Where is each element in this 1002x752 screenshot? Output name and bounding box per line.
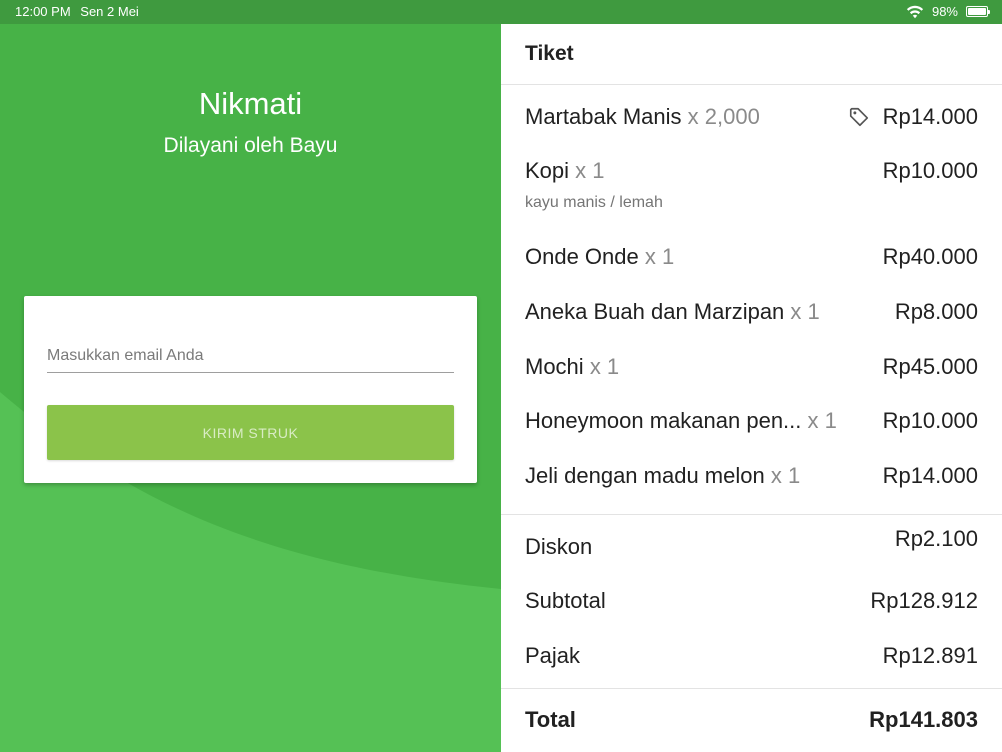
ticket-item[interactable]: Onde Onde x 1 Rp40.000 [525, 244, 978, 274]
item-price: Rp10.000 [882, 158, 978, 183]
email-input[interactable] [47, 340, 454, 373]
item-name: Kopi [525, 158, 570, 183]
item-qty: x 1 [790, 299, 820, 324]
battery-fill [968, 8, 986, 15]
ticket-panel: Tiket Martabak Manis x 2,000 Rp14.000 Ko… [501, 24, 1002, 752]
total-row: Total Rp141.803 [525, 707, 978, 737]
customer-panel: Nikmati Dilayani oleh Bayu KIRIM STRUK [0, 24, 501, 752]
tax-label: Pajak [525, 643, 581, 668]
subtotal-value: Rp128.912 [870, 588, 978, 613]
item-name-line: Onde Onde x 1 [525, 244, 674, 270]
status-time-date: 12:00 PM Sen 2 Mei [15, 4, 139, 19]
status-time: 12:00 PM [15, 4, 71, 19]
item-name: Martabak Manis [525, 104, 682, 129]
summary-divider [501, 514, 1002, 515]
item-name: Honeymoon makanan pen... [525, 408, 802, 433]
tax-row: Pajak Rp12.891 [525, 643, 978, 673]
tag-icon [849, 107, 869, 127]
ticket-header: Tiket [501, 24, 1002, 85]
total-label: Total [525, 707, 576, 732]
item-price: Rp14.000 [882, 463, 978, 488]
item-price: Rp10.000 [882, 408, 978, 433]
send-receipt-button[interactable]: KIRIM STRUK [47, 405, 454, 460]
tax-value: Rp12.891 [882, 643, 978, 668]
ticket-item[interactable]: Aneka Buah dan Marzipan x 1 Rp8.000 [525, 299, 978, 329]
item-name: Mochi [525, 354, 584, 379]
item-name-line: Aneka Buah dan Marzipan x 1 [525, 299, 820, 325]
item-name-line: Kopi x 1 [525, 158, 605, 184]
item-qty: x 1 [770, 463, 801, 488]
wifi-icon [906, 5, 924, 18]
store-name: Nikmati [198, 86, 303, 121]
item-price: Rp14.000 [882, 104, 978, 129]
subtotal-label: Subtotal [525, 588, 606, 613]
discount-row: Diskon Rp2.100 [525, 526, 978, 562]
ticket-item[interactable]: Martabak Manis x 2,000 Rp14.000 [525, 104, 978, 134]
battery-percent: 98% [931, 4, 958, 19]
item-qty: x 1 [575, 158, 605, 183]
item-name: Aneka Buah dan Marzipan [525, 299, 785, 324]
total-value: Rp141.803 [869, 707, 978, 732]
item-qty: x 2,000 [687, 104, 760, 129]
ticket-item[interactable]: Kopi x 1 Rp10.000 kayu manis / lemah [525, 158, 978, 218]
ticket-title: Tiket [525, 42, 574, 65]
email-receipt-card: KIRIM STRUK [24, 296, 477, 483]
item-name-line: Mochi x 1 [525, 354, 619, 380]
item-price: Rp8.000 [894, 299, 978, 324]
status-indicators: 98% [906, 4, 990, 19]
total-divider [501, 688, 1002, 689]
ticket-item[interactable]: Mochi x 1 Rp45.000 [525, 354, 978, 384]
item-name-line: Jeli dengan madu melon x 1 [525, 463, 800, 489]
ticket-item[interactable]: Jeli dengan madu melon x 1 Rp14.000 [525, 463, 978, 493]
discount-label: Diskon [525, 534, 593, 559]
subtotal-row: Subtotal Rp128.912 [525, 588, 978, 618]
item-name-line: Honeymoon makanan pen... x 1 [525, 408, 837, 434]
item-price: Rp40.000 [882, 244, 978, 269]
item-price: Rp45.000 [882, 354, 978, 379]
item-modifier-note: kayu manis / lemah [525, 194, 663, 211]
battery-icon [966, 6, 990, 17]
served-by-text: Dilayani oleh Bayu [163, 134, 338, 157]
status-date: Sen 2 Mei [80, 4, 139, 19]
discount-value: Rp2.100 [894, 526, 978, 551]
item-name: Jeli dengan madu melon [525, 463, 765, 488]
item-qty: x 1 [644, 244, 675, 269]
ticket-item[interactable]: Honeymoon makanan pen... x 1 Rp10.000 [525, 408, 978, 438]
item-name: Onde Onde [525, 244, 639, 269]
item-name-line: Martabak Manis x 2,000 [525, 104, 760, 130]
item-qty: x 1 [807, 408, 837, 433]
status-bar: 12:00 PM Sen 2 Mei 98% [0, 0, 1002, 24]
item-qty: x 1 [589, 354, 620, 379]
